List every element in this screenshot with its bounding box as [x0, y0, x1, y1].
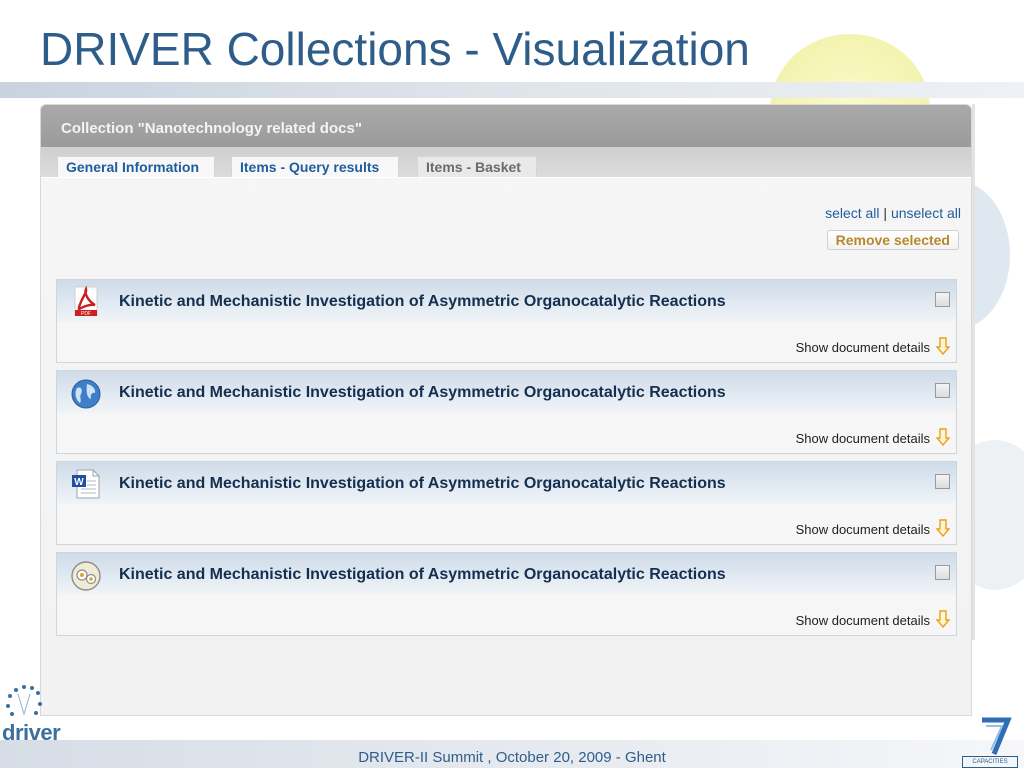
- tab-strip: General Information Items - Query result…: [41, 147, 971, 178]
- list-item: Kinetic and Mechanistic Investigation of…: [56, 370, 957, 454]
- item-checkbox[interactable]: [935, 565, 950, 580]
- link-separator: |: [883, 205, 888, 221]
- show-details-link[interactable]: Show document details: [796, 431, 930, 446]
- fp7-logo: CAPACITIES: [960, 716, 1020, 768]
- down-arrow-icon[interactable]: [936, 337, 950, 355]
- item-list: PDF Kinetic and Mechanistic Investigatio…: [56, 279, 957, 643]
- show-details-link[interactable]: Show document details: [796, 613, 930, 628]
- item-title[interactable]: Kinetic and Mechanistic Investigation of…: [119, 566, 726, 584]
- driver-logo: driver: [2, 684, 68, 745]
- pdf-icon: PDF: [74, 285, 98, 317]
- globe-icon: [71, 379, 101, 409]
- tab-items-query-results[interactable]: Items - Query results: [231, 156, 399, 177]
- svg-text:W: W: [74, 477, 84, 488]
- list-item: PDF Kinetic and Mechanistic Investigatio…: [56, 279, 957, 363]
- select-all-link[interactable]: select all: [825, 205, 879, 221]
- list-item: Kinetic and Mechanistic Investigation of…: [56, 552, 957, 636]
- down-arrow-icon[interactable]: [936, 519, 950, 537]
- show-details-link[interactable]: Show document details: [796, 340, 930, 355]
- item-checkbox[interactable]: [935, 292, 950, 307]
- tab-items-basket[interactable]: Items - Basket: [417, 156, 537, 177]
- fp7-caption: CAPACITIES: [962, 756, 1018, 768]
- title-underline-band: [0, 82, 1024, 98]
- window-shadow-edge: [972, 104, 975, 640]
- item-checkbox[interactable]: [935, 383, 950, 398]
- item-title[interactable]: Kinetic and Mechanistic Investigation of…: [119, 293, 726, 311]
- show-details-link[interactable]: Show document details: [796, 522, 930, 537]
- item-title[interactable]: Kinetic and Mechanistic Investigation of…: [119, 475, 726, 493]
- svg-text:PDF: PDF: [81, 311, 91, 317]
- collection-window: Collection "Nanotechnology related docs"…: [40, 104, 972, 716]
- footer-text: DRIVER-II Summit , October 20, 2009 - Gh…: [358, 749, 666, 766]
- remove-selected-button[interactable]: Remove selected: [826, 230, 959, 250]
- collection-title: Collection "Nanotechnology related docs": [61, 120, 362, 137]
- window-header: Collection "Nanotechnology related docs": [41, 105, 971, 147]
- driver-dots-icon: [6, 685, 42, 716]
- down-arrow-icon[interactable]: [936, 428, 950, 446]
- item-title[interactable]: Kinetic and Mechanistic Investigation of…: [119, 384, 726, 402]
- fp7-seven-icon: [982, 717, 1012, 755]
- list-item: W Kinetic and Mechanistic Investigation …: [56, 461, 957, 545]
- slide-title: DRIVER Collections - Visualization: [40, 23, 750, 75]
- driver-logo-text: driver: [2, 720, 61, 745]
- down-arrow-icon[interactable]: [936, 610, 950, 628]
- tab-general-information[interactable]: General Information: [57, 156, 215, 177]
- word-document-icon: W: [72, 469, 100, 499]
- unselect-all-link[interactable]: unselect all: [891, 205, 961, 221]
- media-disc-icon: [71, 561, 101, 591]
- selection-links: select all | unselect all: [825, 205, 961, 221]
- item-checkbox[interactable]: [935, 474, 950, 489]
